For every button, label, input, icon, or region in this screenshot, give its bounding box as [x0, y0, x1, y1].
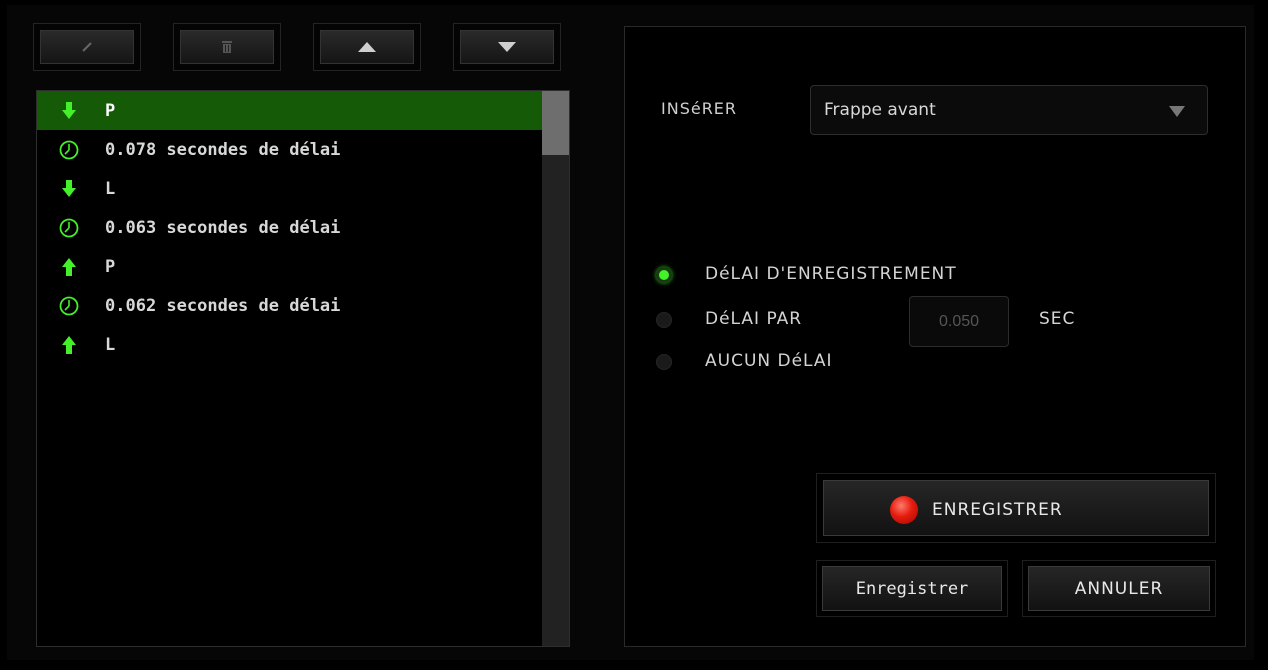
insert-dropdown[interactable]: Frappe avant [810, 85, 1208, 135]
clock-icon [59, 296, 79, 316]
record-icon [890, 496, 918, 524]
list-item-label: P [105, 256, 116, 277]
list-item[interactable]: L [37, 169, 542, 208]
macro-editor-window: P 0.078 secondes de délai L 0.063 secondes … [7, 5, 1254, 660]
record-delay-label: DéLAI D'ENREGISTREMENT [705, 264, 957, 284]
save-button-frame: Enregistrer [816, 560, 1008, 617]
list-item[interactable]: 0.078 secondes de délai [37, 130, 542, 169]
insert-label: INSéRER [661, 99, 738, 118]
move-down-button-frame [453, 23, 561, 71]
radio-fixed-delay[interactable] [656, 312, 672, 328]
radio-record-delay[interactable] [656, 267, 672, 283]
delete-button[interactable] [180, 30, 274, 64]
record-button[interactable]: ENREGISTRER [823, 480, 1209, 536]
arrow-up-icon [358, 42, 376, 52]
trash-icon [222, 41, 232, 53]
record-button-frame: ENREGISTRER [816, 473, 1216, 543]
no-delay-label: AUCUN DéLAI [705, 351, 833, 371]
sec-label: SEC [1039, 309, 1076, 329]
move-up-button[interactable] [320, 30, 414, 64]
list-item-label: L [105, 178, 116, 199]
fixed-delay-input[interactable] [909, 296, 1009, 347]
macro-list[interactable]: P 0.078 secondes de délai L 0.063 secondes … [36, 90, 570, 647]
list-item-label: L [105, 334, 116, 355]
list-item-label: 0.078 secondes de délai [105, 139, 341, 160]
list-item-label: P [105, 100, 116, 121]
arrow-down-icon [498, 42, 516, 52]
clock-icon [59, 218, 79, 238]
arrow-down-icon [59, 101, 79, 121]
radio-no-delay[interactable] [656, 354, 672, 370]
pencil-icon [82, 42, 92, 52]
clock-icon [59, 140, 79, 160]
record-button-label: ENREGISTRER [932, 500, 1063, 520]
delete-button-frame [173, 23, 281, 71]
edit-button[interactable] [40, 30, 134, 64]
move-up-button-frame [313, 23, 421, 71]
arrow-down-icon [59, 179, 79, 199]
scroll-thumb[interactable] [542, 91, 569, 155]
scrollbar[interactable] [542, 91, 569, 646]
fixed-delay-label: DéLAI PAR [705, 309, 803, 329]
list-item[interactable]: P [37, 91, 542, 130]
list-item[interactable]: L [37, 325, 542, 364]
cancel-button-frame: ANNULER [1022, 560, 1216, 617]
settings-panel: INSéRER Frappe avant DéLAI D'ENREGISTREM… [624, 26, 1246, 647]
list-item-label: 0.062 secondes de délai [105, 295, 341, 316]
save-button[interactable]: Enregistrer [822, 566, 1002, 611]
list-item[interactable]: P [37, 247, 542, 286]
chevron-down-icon [1169, 106, 1185, 117]
list-item-label: 0.063 secondes de délai [105, 217, 341, 238]
edit-button-frame [33, 23, 141, 71]
list-item[interactable]: 0.062 secondes de délai [37, 286, 542, 325]
arrow-up-icon [59, 257, 79, 277]
arrow-up-icon [59, 335, 79, 355]
list-item[interactable]: 0.063 secondes de délai [37, 208, 542, 247]
insert-dropdown-value: Frappe avant [824, 100, 936, 120]
cancel-button[interactable]: ANNULER [1028, 566, 1210, 611]
move-down-button[interactable] [460, 30, 554, 64]
